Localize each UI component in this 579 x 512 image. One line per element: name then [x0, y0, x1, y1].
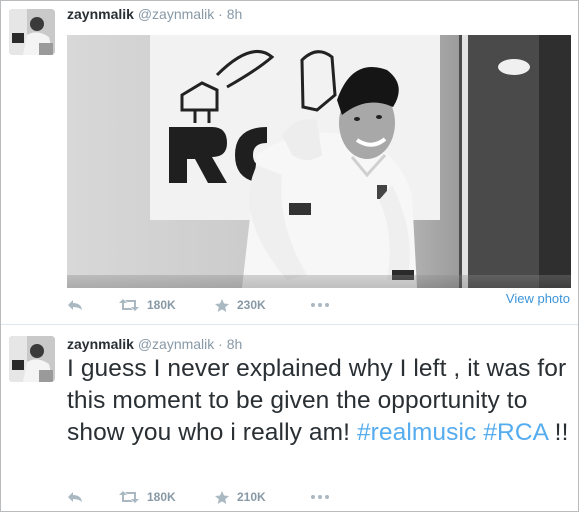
more-button[interactable] — [311, 303, 337, 307]
reply-button[interactable] — [67, 491, 119, 503]
display-name[interactable]: zaynmalik — [67, 336, 134, 352]
retweet-button[interactable]: 180K — [119, 490, 215, 504]
view-photo-link[interactable]: View photo — [506, 291, 570, 306]
more-icon — [311, 495, 337, 499]
more-icon — [311, 303, 337, 307]
tweet-header: zaynmalik @zaynmalik · 8h — [67, 335, 242, 353]
separator: · — [218, 336, 223, 352]
retweet-count: 180K — [147, 298, 176, 312]
reply-icon — [67, 299, 91, 311]
tweet-text: I guess I never explained why I left , i… — [67, 353, 573, 449]
timeline-frame: zaynmalik @zaynmalik · 8h View photo 180… — [0, 0, 579, 512]
user-handle[interactable]: @zaynmalik — [138, 6, 214, 22]
retweet-button[interactable]: 180K — [119, 298, 215, 312]
tweet-photo[interactable] — [67, 35, 571, 288]
retweet-icon — [119, 299, 147, 311]
reply-icon — [67, 491, 91, 503]
favorite-icon — [215, 490, 237, 504]
favorite-count: 230K — [237, 298, 266, 312]
tweet-actions: 180K 210K — [67, 490, 337, 504]
more-button[interactable] — [311, 495, 337, 499]
favorite-count: 210K — [237, 490, 266, 504]
hashtag-rca[interactable]: #RCA — [483, 419, 547, 446]
favorite-button[interactable]: 210K — [215, 490, 311, 504]
user-handle[interactable]: @zaynmalik — [138, 336, 214, 352]
tweet-text-end: !! — [554, 419, 569, 446]
display-name[interactable]: zaynmalik — [67, 6, 134, 22]
tweet-with-photo[interactable]: zaynmalik @zaynmalik · 8h View photo 180… — [1, 1, 578, 325]
retweet-icon — [119, 491, 147, 503]
tweet-actions: 180K 230K — [67, 298, 337, 312]
timestamp[interactable]: 8h — [227, 6, 243, 22]
avatar[interactable] — [9, 9, 55, 55]
hashtag-realmusic[interactable]: #realmusic — [357, 419, 476, 446]
retweet-count: 180K — [147, 490, 176, 504]
avatar[interactable] — [9, 336, 55, 382]
separator: · — [218, 6, 223, 22]
favorite-button[interactable]: 230K — [215, 298, 311, 312]
tweet-header: zaynmalik @zaynmalik · 8h — [67, 5, 242, 23]
favorite-icon — [215, 298, 237, 312]
timestamp[interactable]: 8h — [227, 336, 243, 352]
tweet-with-text[interactable]: zaynmalik @zaynmalik · 8h I guess I neve… — [1, 325, 578, 511]
reply-button[interactable] — [67, 299, 119, 311]
